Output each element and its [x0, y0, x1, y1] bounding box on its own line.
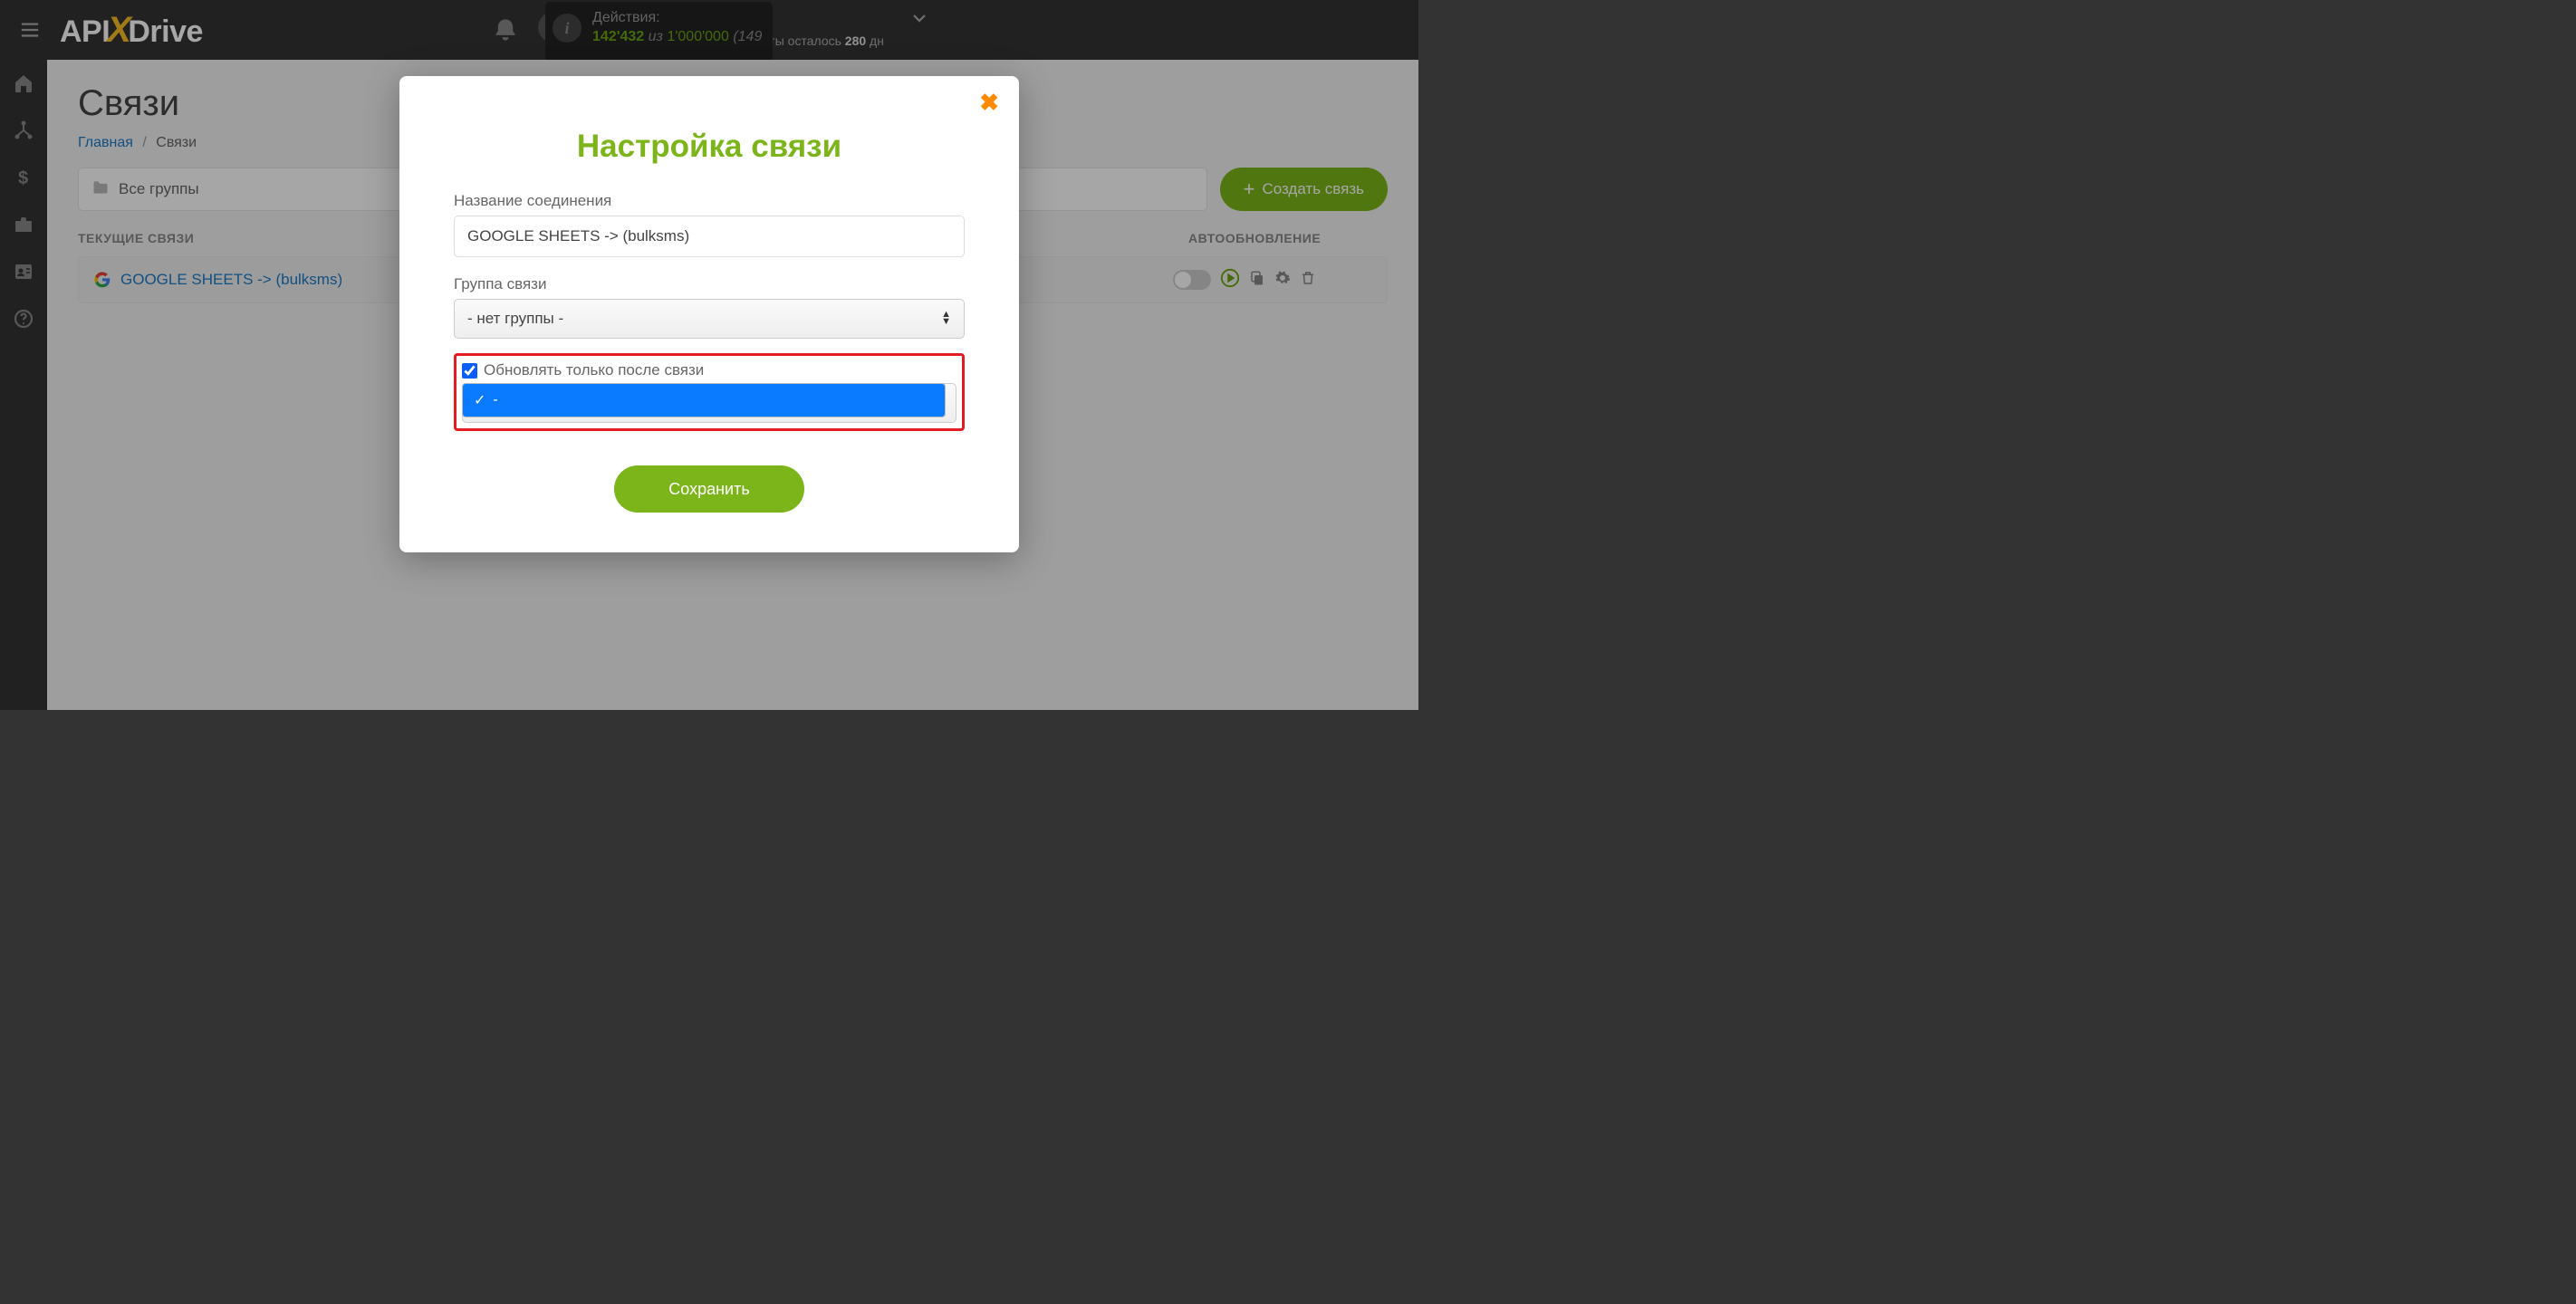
- select-arrows-icon: ▲▼: [941, 312, 951, 325]
- close-icon[interactable]: ✖: [979, 89, 999, 117]
- after-link-highlight: Обновлять только после связи ▲▼ ✓ -: [454, 353, 965, 431]
- connection-settings-modal: ✖ Настройка связи Название соединения Гр…: [399, 76, 1019, 552]
- update-after-link-label[interactable]: Обновлять только после связи: [484, 361, 704, 379]
- after-link-dropdown: ✓ -: [462, 383, 946, 417]
- group-select[interactable]: - нет группы - ▲▼: [454, 299, 965, 339]
- check-icon: ✓: [474, 391, 485, 409]
- dropdown-option[interactable]: ✓ -: [463, 384, 945, 417]
- save-button[interactable]: Сохранить: [614, 465, 803, 513]
- group-label: Группа связи: [454, 275, 965, 293]
- modal-title: Настройка связи: [454, 129, 965, 165]
- name-label: Название соединения: [454, 192, 965, 210]
- connection-name-input[interactable]: [454, 216, 965, 257]
- update-after-link-checkbox[interactable]: [462, 363, 477, 379]
